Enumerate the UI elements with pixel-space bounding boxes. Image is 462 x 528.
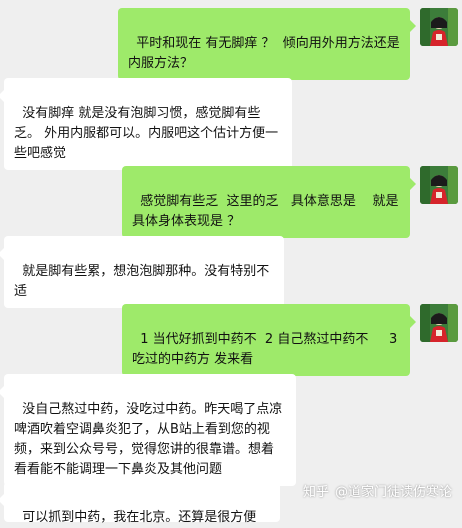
message-text: 就是脚有些累，想泡泡脚那种。没有特别不适 xyxy=(14,264,270,299)
message-bubble-outgoing[interactable]: 感觉脚有些乏 这里的乏 具体意思是 就是具体身体表现是 ？ xyxy=(122,166,416,238)
message-bubble-outgoing[interactable]: 平时和现在 有无脚痒 ？ 倾向用外用方法还是内服方法？ xyxy=(118,8,416,80)
avatar[interactable] xyxy=(420,166,458,204)
avatar[interactable] xyxy=(420,304,458,342)
message-text: 可以抓到中药，我在北京。还算是很方便 xyxy=(22,510,257,525)
message-bubble-incoming[interactable]: 可以抓到中药，我在北京。还算是很方便 xyxy=(0,482,280,525)
message-text: 没自己熬过中药，没吃过中药。昨天喝了点凉啤酒吹着空调鼻炎犯了，从B站上看到您的视… xyxy=(14,402,283,477)
message-text: 没有脚痒 就是没有泡脚习惯，感觉脚有些乏。 外用内服都可以。内服吧这个估计方便一… xyxy=(14,106,279,161)
watermark: 知乎 @道家门徒读伤寒论 xyxy=(303,481,452,500)
watermark-author: @道家门徒读伤寒论 xyxy=(334,485,452,500)
avatar-image xyxy=(420,304,458,342)
message-bubble-outgoing[interactable]: 1 当代好抓到中药不 2 自己熬过中药不 3 吃过的中药方 发来看 xyxy=(122,304,416,376)
message-bubble-incoming[interactable]: 没有脚痒 就是没有泡脚习惯，感觉脚有些乏。 外用内服都可以。内服吧这个估计方便一… xyxy=(0,78,292,170)
message-text: 1 当代好抓到中药不 2 自己熬过中药不 3 吃过的中药方 发来看 xyxy=(132,332,402,367)
message-bubble-incoming[interactable]: 没自己熬过中药，没吃过中药。昨天喝了点凉啤酒吹着空调鼻炎犯了，从B站上看到您的视… xyxy=(0,374,296,486)
watermark-site: 知乎 xyxy=(302,485,329,500)
avatar-image xyxy=(420,166,458,204)
message-text: 感觉脚有些乏 这里的乏 具体意思是 就是具体身体表现是 ？ xyxy=(132,194,399,229)
message-text: 平时和现在 有无脚痒 ？ 倾向用外用方法还是内服方法？ xyxy=(128,36,400,71)
message-bubble-incoming[interactable]: 就是脚有些累，想泡泡脚那种。没有特别不适 xyxy=(0,236,284,308)
avatar[interactable] xyxy=(420,8,458,46)
avatar-image xyxy=(420,8,458,46)
